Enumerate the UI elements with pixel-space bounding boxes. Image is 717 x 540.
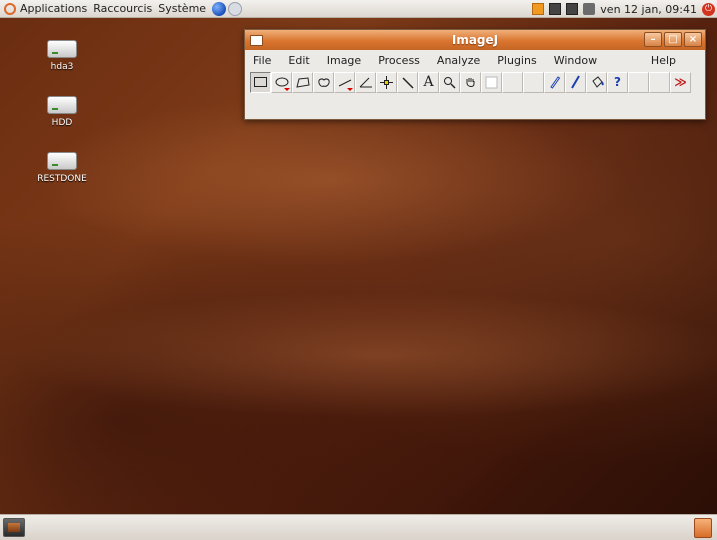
systeme-menu[interactable]: Système [158,2,206,15]
minimize-button[interactable]: – [644,32,662,47]
magnifier-tool[interactable] [439,71,460,93]
oval-tool[interactable] [271,71,292,93]
line-tool[interactable] [334,71,355,93]
menu-edit[interactable]: Edit [288,54,309,67]
empty-tool-slot[interactable] [628,71,649,93]
polygon-icon [295,76,310,88]
empty-tool-slot[interactable] [649,71,670,93]
angle-icon [359,77,372,88]
applications-menu[interactable]: Applications [20,2,87,15]
pencil-tool[interactable] [544,71,565,93]
menu-help[interactable]: Help [651,54,676,67]
hand-icon [466,77,475,87]
menu-process[interactable]: Process [378,54,420,67]
crosshair-icon [380,75,393,89]
imagej-window: ImageJ – □ × File Edit Image Process Ana… [244,29,706,120]
toolbar: A ? ≫ [245,71,705,93]
drive-icon [47,152,77,170]
menu-plugins[interactable]: Plugins [497,54,536,67]
wand-tool[interactable] [397,71,418,93]
network-icon[interactable] [549,3,562,15]
angle-tool[interactable] [355,71,376,93]
window-title: ImageJ [451,33,499,47]
dropper-tool[interactable] [481,71,502,93]
show-desktop-icon[interactable] [3,518,25,537]
flood-fill-icon [591,75,604,88]
desktop-icon-hdd[interactable]: HDD [32,96,92,128]
window-menu-icon[interactable] [250,34,263,46]
brush-icon [571,75,580,89]
mail-client-icon[interactable] [228,1,243,16]
menu-image[interactable]: Image [327,54,361,67]
empty-tool-slot[interactable] [523,71,544,93]
freehand-tool[interactable] [313,71,334,93]
close-button[interactable]: × [684,32,702,47]
ubuntu-logo-icon[interactable] [4,2,16,15]
empty-tool-slot[interactable] [502,71,523,93]
clock[interactable]: ven 12 jan, 09:41 [600,3,697,16]
menubar: File Edit Image Process Analyze Plugins … [245,50,705,70]
top-panel: Applications Raccourcis Système ven 12 j… [0,0,717,18]
network-status-icon[interactable] [566,3,579,15]
maximize-button[interactable]: □ [664,32,682,47]
brush-tool[interactable] [565,71,586,93]
update-notifier-icon[interactable] [532,3,545,15]
more-tools-button[interactable]: ≫ [670,71,691,93]
flood-fill-tool[interactable] [586,71,607,93]
menu-analyze[interactable]: Analyze [437,54,480,67]
drive-icon [47,40,77,58]
desktop-icon-label: HDD [51,118,73,128]
titlebar[interactable]: ImageJ – □ × [245,30,705,50]
oval-icon [275,77,288,87]
desktop-icon-label: RESTDONE [37,174,87,184]
bottom-panel [0,514,717,540]
dropper-icon [485,76,498,88]
wand-icon [402,76,414,89]
power-icon[interactable]: ⏻ [702,2,715,16]
help-tool[interactable]: ? [607,71,628,93]
volume-icon[interactable] [583,3,596,15]
line-icon [338,79,351,86]
raccourcis-menu[interactable]: Raccourcis [93,2,152,15]
desktop-icon-label: hda3 [50,62,74,72]
point-tool[interactable] [376,71,397,93]
rectangle-icon [254,77,267,87]
menu-file[interactable]: File [253,54,271,67]
drive-icon [47,96,77,114]
rectangle-tool[interactable] [250,71,271,93]
polygon-tool[interactable] [292,71,313,93]
desktop-icon-hda3[interactable]: hda3 [32,40,92,72]
trash-icon[interactable] [694,518,712,538]
text-tool[interactable]: A [418,71,439,93]
system-tray: ven 12 jan, 09:41 ⏻ [532,0,715,18]
hand-tool[interactable] [460,71,481,93]
magnifier-icon [444,76,456,89]
desktop-icon-restdone[interactable]: RESTDONE [32,152,92,184]
freehand-icon [317,78,330,87]
pencil-icon [550,76,561,89]
web-browser-icon[interactable] [212,1,227,16]
menu-window[interactable]: Window [554,54,597,67]
